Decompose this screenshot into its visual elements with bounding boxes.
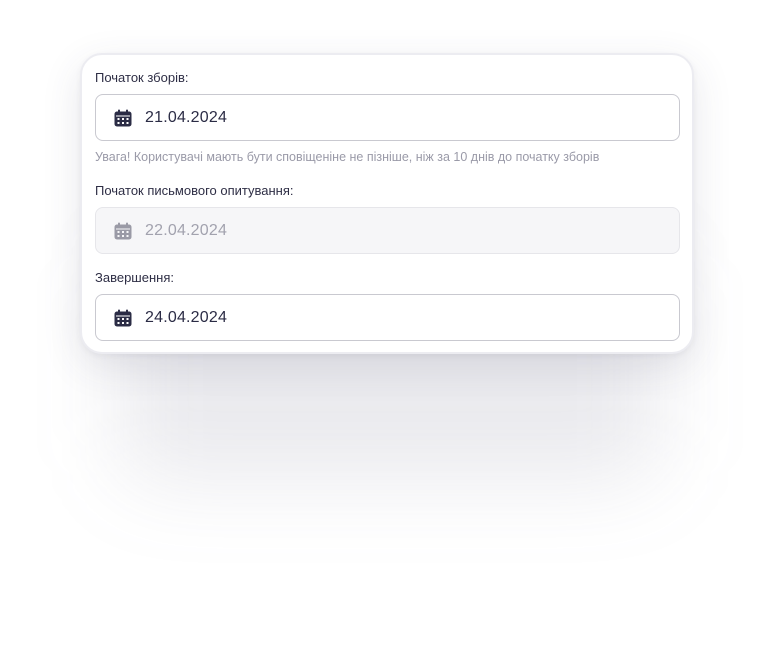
completion-date-value: 24.04.2024	[145, 308, 228, 326]
calendar-icon	[114, 222, 132, 240]
collection-start-warning: Увага! Користувачі мають бути сповіщенін…	[95, 150, 600, 164]
calendar-icon	[114, 309, 132, 327]
completion-date-input[interactable]: 24.04.2024	[95, 294, 680, 341]
calendar-icon	[114, 109, 132, 127]
collection-start-date-value: 21.04.2024	[145, 108, 228, 126]
date-settings-card: Початок зборів: 21.04.2024 Увага! Корист…	[80, 53, 694, 354]
written-survey-start-date-value: 22.04.2024	[145, 221, 228, 239]
written-survey-start-date-input: 22.04.2024	[95, 207, 680, 254]
completion-label: Завершення:	[95, 270, 174, 285]
written-survey-start-label: Початок письмового опитування:	[95, 183, 294, 198]
collection-start-date-input[interactable]: 21.04.2024	[95, 94, 680, 141]
collection-start-label: Початок зборів:	[95, 70, 189, 85]
page-background: Початок зборів: 21.04.2024 Увага! Корист…	[0, 0, 774, 664]
